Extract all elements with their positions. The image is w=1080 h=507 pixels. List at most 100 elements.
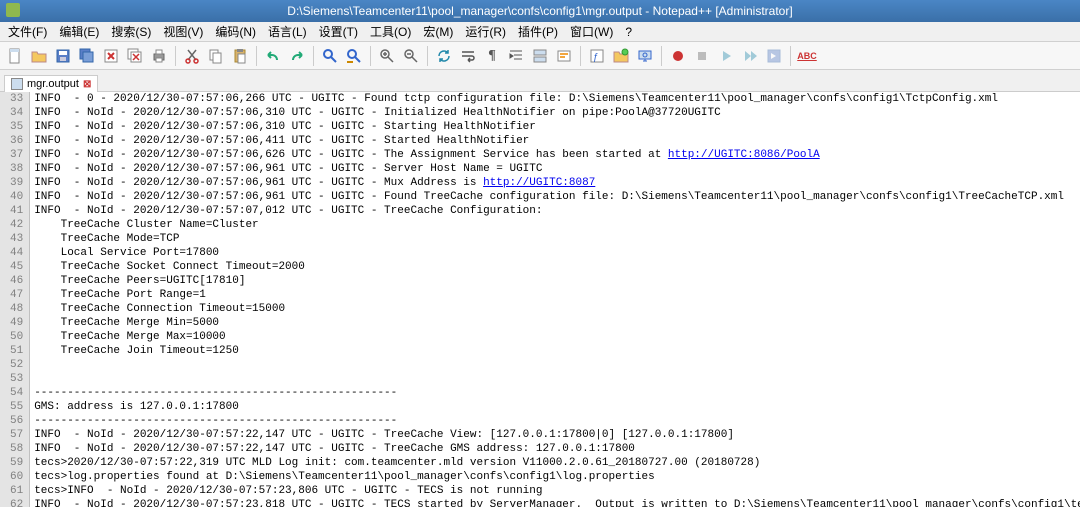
code-line[interactable]: INFO - NoId - 2020/12/30-07:57:06,961 UT… — [34, 162, 1080, 176]
line-number: 37 — [10, 148, 23, 162]
userlang-icon[interactable] — [553, 45, 575, 67]
code-line[interactable]: tecs>2020/12/30-07:57:22,319 UTC MLD Log… — [34, 456, 1080, 470]
separator — [427, 46, 428, 66]
folder-icon[interactable] — [610, 45, 632, 67]
line-number: 49 — [10, 316, 23, 330]
svg-text:ƒ: ƒ — [593, 52, 599, 63]
menu-help[interactable]: ? — [619, 23, 638, 41]
menu-plugins[interactable]: 插件(P) — [512, 21, 564, 42]
menu-window[interactable]: 窗口(W) — [564, 21, 619, 42]
separator — [790, 46, 791, 66]
close-icon[interactable] — [100, 45, 122, 67]
url-link[interactable]: http://UGITC:8086/PoolA — [668, 149, 820, 161]
code-line[interactable]: TreeCache Merge Max=10000 — [34, 330, 1080, 344]
hidden-chars-icon[interactable]: ¶ — [481, 45, 503, 67]
saveall-icon[interactable] — [76, 45, 98, 67]
tab-mgr-output[interactable]: mgr.output ⊠ — [4, 75, 98, 92]
code-line[interactable]: INFO - NoId - 2020/12/30-07:57:07,012 UT… — [34, 204, 1080, 218]
menu-macro[interactable]: 宏(M) — [417, 21, 459, 42]
line-number: 36 — [10, 134, 23, 148]
menu-language[interactable]: 语言(L) — [262, 21, 313, 42]
separator — [256, 46, 257, 66]
zoomin-icon[interactable] — [376, 45, 398, 67]
menu-edit[interactable]: 编辑(E) — [53, 21, 105, 42]
window-title: D:\Siemens\Teamcenter11\pool_manager\con… — [287, 4, 792, 18]
code-line[interactable]: INFO - NoId - 2020/12/30-07:57:06,626 UT… — [34, 148, 1080, 162]
code-line[interactable]: TreeCache Mode=TCP — [34, 232, 1080, 246]
menu-run[interactable]: 运行(R) — [459, 21, 512, 42]
code-area[interactable]: INFO - 0 - 2020/12/30-07:57:06,266 UTC -… — [30, 92, 1080, 507]
code-line[interactable]: TreeCache Connection Timeout=15000 — [34, 302, 1080, 316]
code-line[interactable]: ----------------------------------------… — [34, 414, 1080, 428]
code-line[interactable]: INFO - NoId - 2020/12/30-07:57:06,310 UT… — [34, 106, 1080, 120]
menu-view[interactable]: 视图(V) — [157, 21, 209, 42]
code-line[interactable]: INFO - NoId - 2020/12/30-07:57:23,818 UT… — [34, 498, 1080, 507]
code-line[interactable]: tecs>INFO - NoId - 2020/12/30-07:57:23,8… — [34, 484, 1080, 498]
separator — [175, 46, 176, 66]
editor[interactable]: 3334353637383940414243444546474849505152… — [0, 92, 1080, 507]
code-line[interactable]: INFO - NoId - 2020/12/30-07:57:06,961 UT… — [34, 190, 1080, 204]
code-line[interactable]: GMS: address is 127.0.0.1:17800 — [34, 400, 1080, 414]
code-line[interactable]: INFO - 0 - 2020/12/30-07:57:06,266 UTC -… — [34, 92, 1080, 106]
code-line[interactable]: TreeCache Port Range=1 — [34, 288, 1080, 302]
macro-playmulti-icon[interactable] — [739, 45, 761, 67]
line-number: 60 — [10, 470, 23, 484]
menu-file[interactable]: 文件(F) — [2, 21, 53, 42]
line-number: 38 — [10, 162, 23, 176]
menu-search[interactable]: 搜索(S) — [105, 21, 157, 42]
macro-rec-icon[interactable] — [667, 45, 689, 67]
code-line[interactable]: INFO - NoId - 2020/12/30-07:57:06,411 UT… — [34, 134, 1080, 148]
code-line[interactable]: ----------------------------------------… — [34, 386, 1080, 400]
fold-icon[interactable] — [529, 45, 551, 67]
code-line[interactable]: TreeCache Socket Connect Timeout=2000 — [34, 260, 1080, 274]
code-line[interactable]: INFO - NoId - 2020/12/30-07:57:06,310 UT… — [34, 120, 1080, 134]
open-icon[interactable] — [28, 45, 50, 67]
tab-file-icon — [11, 78, 23, 90]
redo-icon[interactable] — [286, 45, 308, 67]
new-icon[interactable] — [4, 45, 26, 67]
funclist-icon[interactable]: ƒ — [586, 45, 608, 67]
line-number-gutter: 3334353637383940414243444546474849505152… — [0, 92, 30, 507]
undo-icon[interactable] — [262, 45, 284, 67]
indent-icon[interactable] — [505, 45, 527, 67]
spellcheck-icon[interactable]: ABC — [796, 45, 818, 67]
line-number: 53 — [10, 372, 23, 386]
code-line[interactable] — [34, 372, 1080, 386]
find-icon[interactable] — [319, 45, 341, 67]
app-icon — [6, 3, 20, 17]
macro-stop-icon[interactable] — [691, 45, 713, 67]
code-line[interactable]: TreeCache Peers=UGITC[17810] — [34, 274, 1080, 288]
zoomout-icon[interactable] — [400, 45, 422, 67]
wordwrap-icon[interactable] — [457, 45, 479, 67]
line-number: 33 — [10, 92, 23, 106]
line-number: 42 — [10, 218, 23, 232]
paste-icon[interactable] — [229, 45, 251, 67]
macro-play-icon[interactable] — [715, 45, 737, 67]
monitor-icon[interactable] — [634, 45, 656, 67]
menu-settings[interactable]: 设置(T) — [313, 21, 364, 42]
menu-bar: 文件(F) 编辑(E) 搜索(S) 视图(V) 编码(N) 语言(L) 设置(T… — [0, 22, 1080, 42]
menu-tools[interactable]: 工具(O) — [364, 21, 417, 42]
code-line[interactable]: INFO - NoId - 2020/12/30-07:57:06,961 UT… — [34, 176, 1080, 190]
save-icon[interactable] — [52, 45, 74, 67]
replace-icon[interactable] — [343, 45, 365, 67]
code-line[interactable]: TreeCache Merge Min=5000 — [34, 316, 1080, 330]
code-line[interactable]: INFO - NoId - 2020/12/30-07:57:22,147 UT… — [34, 442, 1080, 456]
code-line[interactable]: tecs>log.properties found at D:\Siemens\… — [34, 470, 1080, 484]
line-number: 52 — [10, 358, 23, 372]
closeall-icon[interactable] — [124, 45, 146, 67]
code-line[interactable]: Local Service Port=17800 — [34, 246, 1080, 260]
url-link[interactable]: http://UGITC:8087 — [483, 177, 595, 189]
code-line[interactable] — [34, 358, 1080, 372]
copy-icon[interactable] — [205, 45, 227, 67]
code-line[interactable]: TreeCache Cluster Name=Cluster — [34, 218, 1080, 232]
line-number: 46 — [10, 274, 23, 288]
macro-save-icon[interactable] — [763, 45, 785, 67]
sync-icon[interactable] — [433, 45, 455, 67]
menu-encoding[interactable]: 编码(N) — [209, 21, 262, 42]
cut-icon[interactable] — [181, 45, 203, 67]
print-icon[interactable] — [148, 45, 170, 67]
code-line[interactable]: TreeCache Join Timeout=1250 — [34, 344, 1080, 358]
code-line[interactable]: INFO - NoId - 2020/12/30-07:57:22,147 UT… — [34, 428, 1080, 442]
tab-close-icon[interactable]: ⊠ — [83, 79, 91, 90]
